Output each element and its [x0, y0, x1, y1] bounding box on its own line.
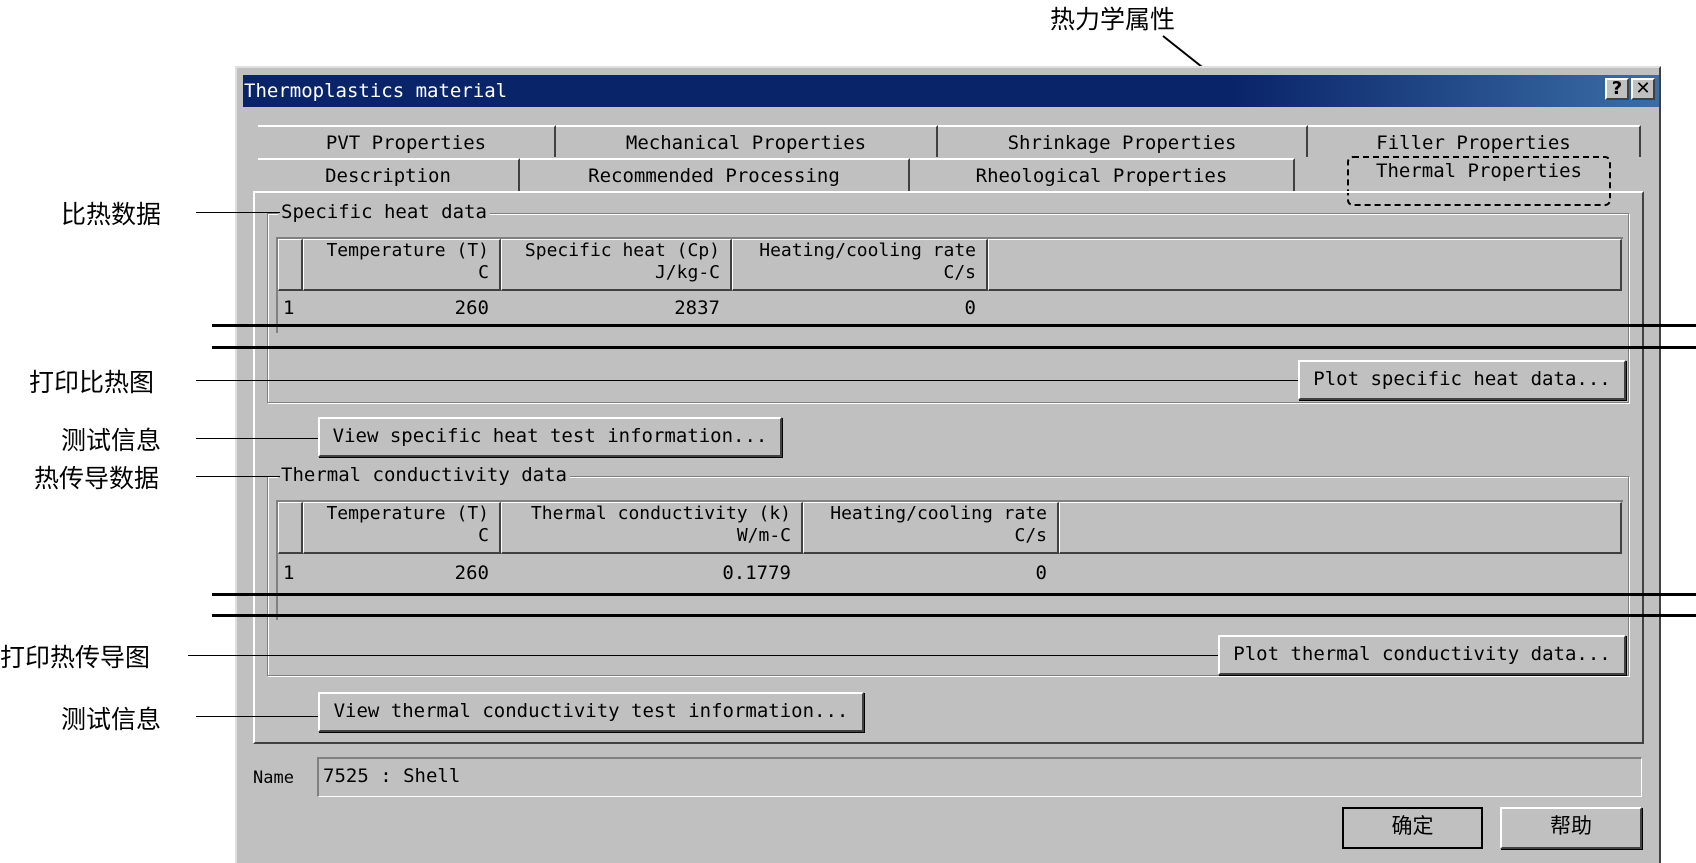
annotation-leader [196, 438, 318, 439]
tab-filler-properties[interactable]: Filler Properties [1308, 125, 1641, 157]
thermal-cond-col-rate[interactable]: Heating/cooling rate C/s [803, 502, 1059, 554]
thermal-cond-col-empty [1059, 502, 1622, 554]
name-input[interactable]: 7525 : Shell [317, 757, 1642, 797]
thermal-cond-row-header-corner [278, 502, 303, 554]
specific-heat-col-empty [988, 239, 1622, 291]
tab-rheological-properties[interactable]: Rheological Properties [910, 158, 1295, 192]
thermal-cond-cell-temperature[interactable]: 260 [303, 560, 489, 586]
specific-heat-col-temperature-unit: C [478, 262, 489, 283]
annotation-plot-specific-heat: 打印比热图 [29, 368, 155, 397]
thermal-cond-col-rate-unit: C/s [1014, 525, 1047, 546]
view-specific-heat-test-button[interactable]: View specific heat test information... [318, 417, 782, 457]
thermal-conductivity-group-label: Thermal conductivity data [278, 464, 570, 486]
specific-heat-cell-rate[interactable]: 0 [732, 295, 976, 321]
view-thermal-conductivity-test-button[interactable]: View thermal conductivity test informati… [318, 692, 864, 732]
specific-heat-row-header-corner [278, 239, 303, 291]
thermal-cond-cell-rate[interactable]: 0 [803, 560, 1047, 586]
plot-specific-heat-button[interactable]: Plot specific heat data... [1298, 360, 1626, 400]
tab-pvt-properties[interactable]: PVT Properties [258, 125, 556, 157]
break-line [212, 324, 1696, 327]
help-icon[interactable]: ? [1605, 78, 1629, 100]
specific-heat-col-cp[interactable]: Specific heat (Cp) J/kg-C [501, 239, 732, 291]
annotation-leader [196, 716, 318, 717]
thermal-cond-row-index[interactable]: 1 [283, 560, 294, 586]
tab-mechanical-properties[interactable]: Mechanical Properties [556, 125, 938, 157]
thermal-cond-col-k-name: Thermal conductivity (k) [530, 503, 791, 524]
thermal-cond-col-k[interactable]: Thermal conductivity (k) W/m-C [501, 502, 803, 554]
thermal-cond-col-k-unit: W/m-C [736, 525, 791, 546]
specific-heat-cell-cp[interactable]: 2837 [501, 295, 720, 321]
annotation-test-info-1: 测试信息 [61, 426, 162, 455]
break-line [212, 614, 1696, 617]
specific-heat-col-rate[interactable]: Heating/cooling rate C/s [732, 239, 988, 291]
window-title: Thermoplastics material [244, 80, 508, 102]
thermal-cond-cell-k[interactable]: 0.1779 [501, 560, 791, 586]
specific-heat-col-temperature-name: Temperature (T) [326, 240, 489, 261]
tab-description[interactable]: Description [258, 158, 520, 192]
specific-heat-group-label: Specific heat data [278, 201, 490, 223]
help-button[interactable]: 帮助 [1500, 807, 1642, 849]
annotation-leader [196, 380, 1298, 381]
specific-heat-col-rate-unit: C/s [943, 262, 976, 283]
tab-recommended-processing[interactable]: Recommended Processing [520, 158, 910, 192]
annotation-specific-heat-data: 比热数据 [61, 200, 162, 229]
close-icon[interactable]: ✕ [1631, 78, 1655, 100]
specific-heat-col-temperature[interactable]: Temperature (T) C [303, 239, 501, 291]
specific-heat-row-index[interactable]: 1 [283, 295, 294, 321]
break-line [212, 346, 1696, 349]
ok-button[interactable]: 确定 [1342, 807, 1483, 849]
thermal-cond-col-temperature-name: Temperature (T) [326, 503, 489, 524]
specific-heat-col-cp-name: Specific heat (Cp) [524, 240, 720, 261]
annotation-test-info-2: 测试信息 [61, 705, 162, 734]
annotation-leader [196, 212, 280, 213]
name-label: Name [253, 768, 294, 788]
annotation-thermal-conductivity-data: 热传导数据 [34, 464, 160, 493]
specific-heat-cell-temperature[interactable]: 260 [303, 295, 489, 321]
thermal-cond-col-temperature[interactable]: Temperature (T) C [303, 502, 501, 554]
thermal-cond-col-rate-name: Heating/cooling rate [830, 503, 1047, 524]
annotation-leader [188, 655, 1218, 656]
specific-heat-col-cp-unit: J/kg-C [654, 262, 720, 283]
annotation-leader [196, 476, 280, 477]
annotation-plot-thermal-conductivity: 打印热传导图 [0, 643, 151, 672]
plot-thermal-conductivity-button[interactable]: Plot thermal conductivity data... [1218, 635, 1626, 675]
break-line [212, 593, 1696, 596]
specific-heat-col-rate-name: Heating/cooling rate [759, 240, 976, 261]
tab-shrinkage-properties[interactable]: Shrinkage Properties [938, 125, 1308, 157]
thermal-cond-col-temperature-unit: C [478, 525, 489, 546]
